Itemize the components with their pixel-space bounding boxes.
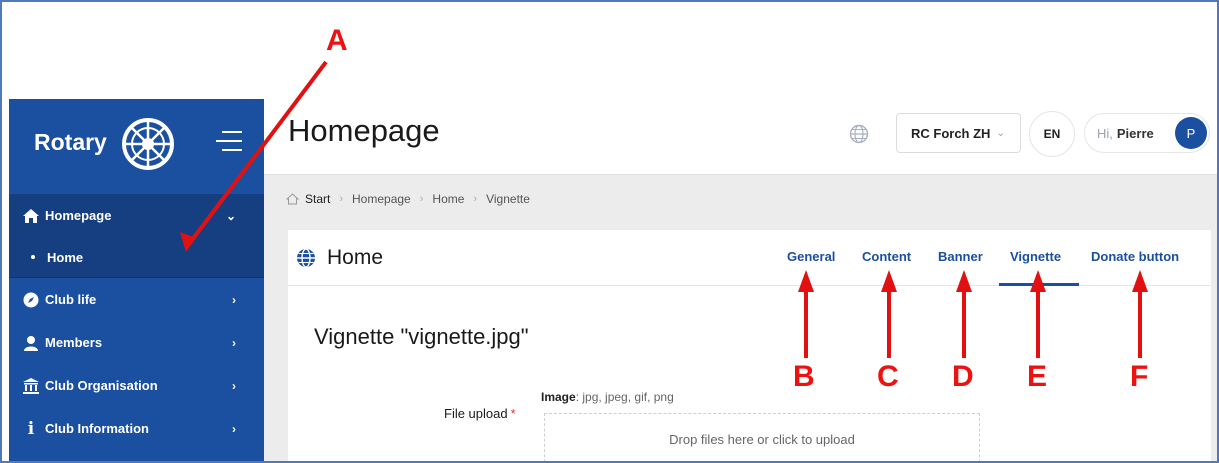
home-outline-icon[interactable]: [286, 193, 299, 205]
sidebar-item-club-organisation[interactable]: Club Organisation ›: [9, 364, 264, 407]
sidebar-item-homepage[interactable]: Homepage ⌄: [9, 194, 264, 237]
sidebar-item-label: Club life: [45, 292, 97, 307]
tab-content[interactable]: Content: [862, 249, 911, 264]
chevron-down-icon: ⌄: [996, 127, 1005, 139]
sidebar-item-label: Home: [47, 249, 84, 265]
chevron-right-icon: ›: [232, 378, 236, 393]
panel-header: Home General Content Banner Vignette Don…: [288, 230, 1211, 286]
chevron-down-icon: ⌄: [225, 208, 236, 223]
annotation-label-d: D: [952, 360, 974, 393]
sidebar-item-label: Members: [45, 335, 103, 350]
bullet-icon: [31, 255, 35, 259]
club-select[interactable]: RC Forch ZH ⌄: [896, 113, 1021, 153]
image-format-hint: Image: jpg, jpeg, gif, png: [541, 390, 674, 404]
breadcrumb-separator-icon: ›: [339, 193, 344, 205]
image-label: Image: [541, 390, 576, 404]
building-icon: [23, 377, 39, 394]
section-title: Vignette "vignette.jpg": [314, 324, 529, 349]
sidebar-header: Rotary: [9, 99, 264, 194]
annotation-label-e: E: [1027, 360, 1048, 393]
sidebar-item-label: Homepage: [45, 208, 112, 223]
tab-bar: General Content Banner Vignette Donate b…: [288, 230, 1211, 286]
page-title: Homepage: [288, 113, 440, 148]
sidebar-subitem-home[interactable]: Home: [9, 237, 264, 278]
breadcrumb-homepage[interactable]: Homepage: [352, 192, 411, 206]
user-icon: [23, 335, 39, 351]
annotation-label-b: B: [793, 360, 815, 393]
sidebar-item-members[interactable]: Members ›: [9, 321, 264, 364]
image-formats: : jpg, jpeg, gif, png: [575, 390, 674, 404]
user-name: Pierre: [1116, 125, 1154, 141]
annotation-label-c: C: [877, 360, 899, 393]
file-dropzone[interactable]: Drop files here or click to upload: [544, 413, 980, 461]
content-panel: Home General Content Banner Vignette Don…: [288, 230, 1211, 461]
rotary-wheel-icon: [122, 118, 174, 170]
breadcrumb-start[interactable]: Start: [305, 192, 330, 206]
sidebar: Rotary Homepage ⌄ Home Club life › Membe…: [9, 99, 264, 461]
rotary-logo-text: Rotary: [34, 129, 107, 155]
info-icon: i: [27, 418, 35, 439]
file-upload-label: File upload *: [444, 406, 516, 421]
club-select-value: RC Forch ZH: [911, 125, 991, 141]
file-upload-label-text: File upload: [444, 406, 508, 421]
compass-icon: [23, 292, 39, 308]
sidebar-item-club-life[interactable]: Club life ›: [9, 278, 264, 321]
main-area: Homepage RC Forch ZH ⌄ EN Hi, Pierre P S…: [264, 99, 1217, 461]
sidebar-item-label: Club Information: [45, 421, 149, 436]
annotation-label-f: F: [1130, 360, 1149, 393]
avatar[interactable]: P: [1175, 117, 1207, 149]
language-switch[interactable]: EN: [1029, 111, 1075, 157]
breadcrumb-separator-icon: ›: [473, 193, 478, 205]
tab-vignette[interactable]: Vignette: [1010, 249, 1061, 264]
annotation-label-a: A: [326, 24, 348, 57]
breadcrumb-vignette: Vignette: [486, 192, 530, 206]
globe-icon[interactable]: [849, 124, 869, 144]
tab-banner[interactable]: Banner: [938, 249, 983, 264]
user-menu[interactable]: Hi, Pierre P: [1084, 113, 1210, 153]
breadcrumb-home[interactable]: Home: [432, 192, 464, 206]
breadcrumb-separator-icon: ›: [419, 193, 424, 205]
tab-donate-button[interactable]: Donate button: [1091, 249, 1179, 264]
required-marker: *: [510, 406, 516, 421]
chevron-right-icon: ›: [232, 292, 236, 307]
sidebar-item-club-information[interactable]: i Club Information ›: [9, 407, 264, 450]
home-icon: [23, 208, 39, 224]
top-bar: Homepage RC Forch ZH ⌄ EN Hi, Pierre P: [264, 99, 1217, 175]
chevron-right-icon: ›: [232, 335, 236, 350]
sidebar-item-label: Club Organisation: [45, 378, 158, 393]
menu-toggle-icon[interactable]: [214, 129, 242, 153]
greeting-text: Hi,: [1097, 125, 1113, 141]
active-tab-indicator: [999, 283, 1079, 286]
chevron-right-icon: ›: [232, 421, 236, 436]
tab-general[interactable]: General: [787, 249, 835, 264]
breadcrumb: Start › Homepage › Home › Vignette: [286, 192, 530, 206]
